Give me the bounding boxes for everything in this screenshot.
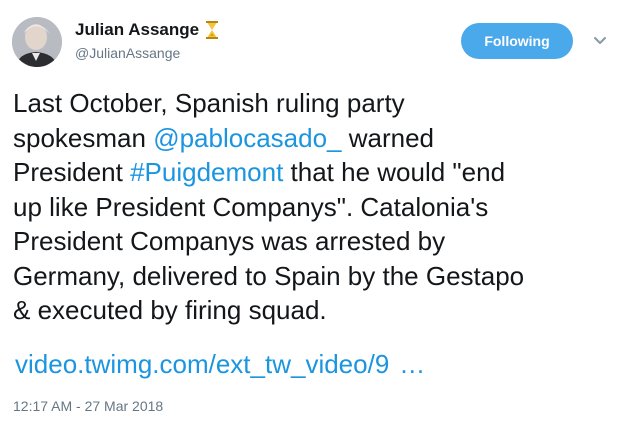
- hourglass-icon: [205, 21, 219, 39]
- tweet-line: Germany, delivered to Spain by the Gesta…: [13, 260, 525, 291]
- mention-link[interactable]: @pablocasado_: [153, 123, 341, 153]
- tweet-line: up like President Companys". Catalonia's: [13, 191, 489, 222]
- author-handle[interactable]: @JulianAssange: [75, 45, 219, 61]
- media-link-text[interactable]: video.twimg.com/ext_tw_video/9: [15, 349, 389, 379]
- tweet-line: President Companys was arrested by: [13, 226, 446, 256]
- author-names: Julian Assange @JulianAssange: [75, 19, 219, 61]
- tweet-line: Last October, Spanish ruling party: [13, 88, 405, 118]
- tweet-line: that he would "end: [283, 157, 506, 187]
- tweet-timestamp[interactable]: 12:17 AM - 27 Mar 2018: [13, 398, 163, 414]
- hashtag-link[interactable]: #Puigdemont: [130, 157, 283, 187]
- tweet-line: warned: [341, 122, 434, 153]
- tweet-line: spokesman: [13, 122, 154, 153]
- tweet-line: President: [13, 157, 131, 187]
- tweet-line: & executed by firing squad.: [13, 295, 327, 325]
- tweet-header: Julian Assange @JulianAssange Following: [12, 13, 612, 69]
- avatar-image: [12, 17, 62, 67]
- media-link[interactable]: video.twimg.com/ext_tw_video/9 …: [15, 347, 425, 381]
- display-name[interactable]: Julian Assange: [75, 20, 199, 40]
- media-link-ellipsis[interactable]: …: [399, 349, 425, 379]
- following-button[interactable]: Following: [461, 23, 573, 59]
- avatar[interactable]: [12, 17, 62, 67]
- tweet-text: Last October, Spanish ruling party spoke…: [13, 86, 613, 328]
- chevron-down-icon[interactable]: [590, 31, 610, 51]
